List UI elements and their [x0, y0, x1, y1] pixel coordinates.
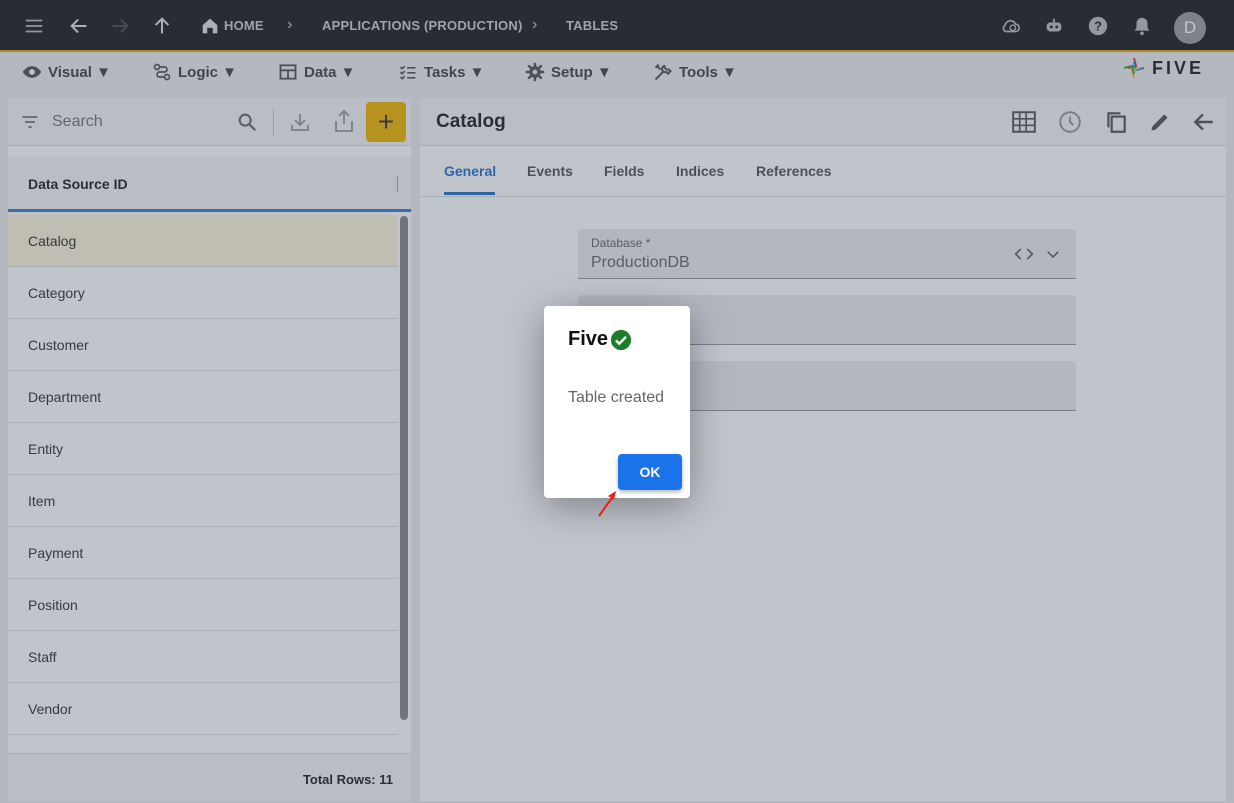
ok-button[interactable]: OK [618, 454, 682, 490]
dialog-message: Table created [568, 389, 665, 406]
check-circle-icon [610, 329, 632, 350]
annotation-arrow-icon [598, 491, 616, 517]
dialog-title: Five [568, 328, 632, 351]
confirmation-dialog: Five Table created OK [544, 306, 690, 498]
